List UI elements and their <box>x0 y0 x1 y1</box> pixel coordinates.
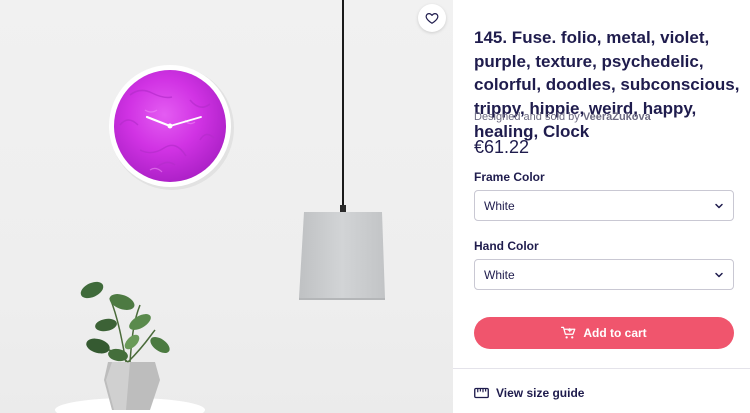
frame-color-value: White <box>484 198 515 213</box>
hand-color-select[interactable]: White <box>474 259 734 290</box>
frame-color-label: Frame Color <box>474 170 545 184</box>
hand-color-label: Hand Color <box>474 239 539 253</box>
heart-icon <box>425 13 439 24</box>
pendant-lamp <box>299 0 385 300</box>
wall-clock <box>109 65 234 190</box>
product-title: 145. Fuse. folio, metal, violet, purple,… <box>474 28 740 141</box>
size-guide-label: View size guide <box>496 386 585 400</box>
frame-color-select[interactable]: White <box>474 190 734 221</box>
potted-plant <box>55 281 205 413</box>
favorite-button[interactable] <box>418 4 446 32</box>
designer-byline: Designed and sold by VeeraZukova <box>474 111 651 123</box>
product-details-panel: 145. Fuse. folio, metal, violet, purple,… <box>453 0 750 413</box>
cart-icon <box>561 326 576 339</box>
chevron-down-icon <box>715 272 723 277</box>
product-image <box>0 0 453 413</box>
product-price: €61.22 <box>474 137 530 157</box>
ruler-icon <box>474 387 489 399</box>
product-scene <box>55 0 385 413</box>
divider <box>453 368 750 369</box>
add-to-cart-label: Add to cart <box>583 326 647 340</box>
artist-link[interactable]: VeeraZukova <box>583 111 651 123</box>
add-to-cart-button[interactable]: Add to cart <box>474 317 734 349</box>
designed-by-text: Designed and sold by <box>474 111 580 123</box>
chevron-down-icon <box>715 203 723 208</box>
view-size-guide-link[interactable]: View size guide <box>474 386 584 400</box>
hand-color-value: White <box>484 267 515 282</box>
